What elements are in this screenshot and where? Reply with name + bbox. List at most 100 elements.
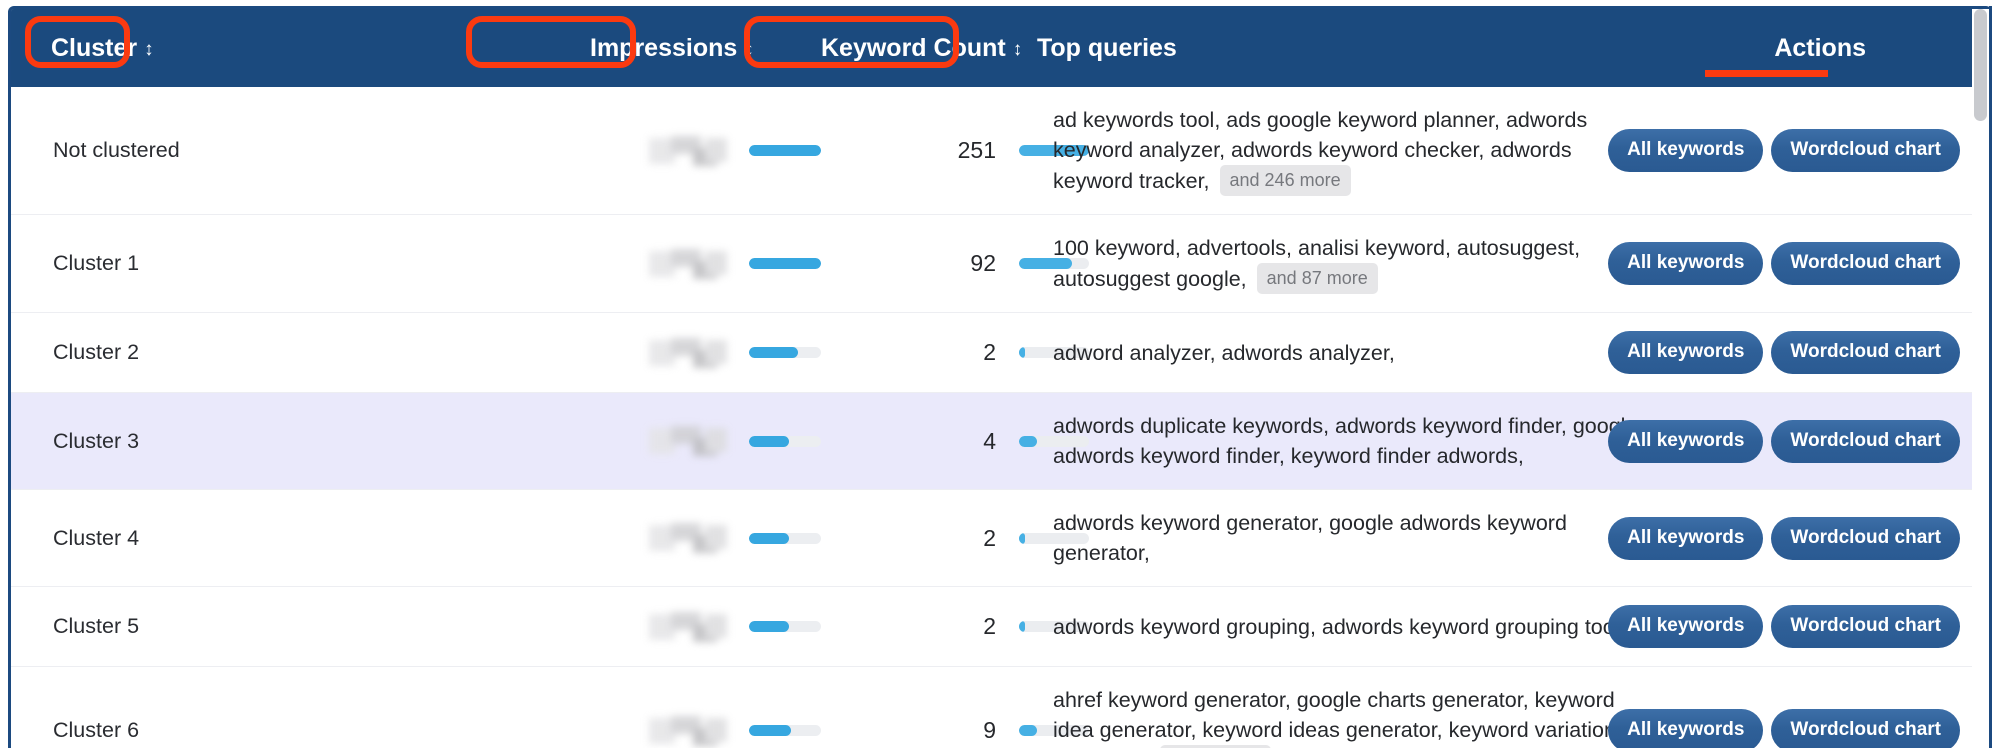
- impressions-bar-track: [749, 532, 821, 544]
- clusters-table-container: Cluster ↕ Impressions ↕ Keyword Count ↕: [8, 6, 1992, 748]
- all-keywords-button[interactable]: All keywords: [1608, 129, 1764, 172]
- table-row[interactable]: Cluster 2 2 adword analyzer, adwords analy…: [11, 312, 1989, 393]
- more-queries-badge[interactable]: and 87 more: [1256, 263, 1378, 294]
- cell-keyword-count: 2: [983, 613, 996, 639]
- cell-keyword-count-bar: [996, 313, 1089, 393]
- column-header-top-queries-label: Top queries: [1037, 33, 1177, 62]
- cell-keyword-count-bar: [996, 667, 1089, 748]
- cell-keyword-count: 251: [957, 137, 996, 163]
- impressions-bar-fill: [749, 532, 790, 544]
- cell-impressions: [466, 490, 821, 587]
- impressions-bar-track: [749, 347, 821, 358]
- column-header-keyword-count-label: Keyword Count: [821, 33, 1006, 62]
- column-header-actions-label: Actions: [1774, 33, 1866, 62]
- actions-button-group: All keywords Wordcloud chart: [1608, 242, 1960, 285]
- cell-keyword-count: 2: [983, 339, 996, 365]
- sort-caret-icon[interactable]: ↕: [144, 39, 153, 61]
- sort-caret-icon[interactable]: ↕: [1013, 39, 1022, 61]
- all-keywords-button[interactable]: All keywords: [1608, 331, 1764, 374]
- cell-actions: All keywords Wordcloud chart: [1608, 393, 1989, 490]
- impressions-bar-fill: [749, 435, 790, 447]
- screenshot-root: Cluster ↕ Impressions ↕ Keyword Count ↕: [0, 0, 2000, 748]
- all-keywords-button[interactable]: All keywords: [1608, 605, 1764, 648]
- cell-top-queries: adword analyzer, adwords analyzer,: [1031, 313, 1671, 393]
- impressions-bar-track: [749, 621, 821, 632]
- cell-keyword-count-bar: [996, 393, 1089, 490]
- all-keywords-button[interactable]: All keywords: [1608, 709, 1764, 748]
- vertical-scrollbar-thumb[interactable]: [1974, 9, 1987, 121]
- cell-impressions: [466, 393, 821, 490]
- cell-actions: All keywords Wordcloud chart: [1608, 215, 1989, 313]
- cell-cluster-name: Cluster 2: [53, 340, 140, 364]
- cell-impressions: [466, 587, 821, 667]
- cell-top-queries: adwords duplicate keywords, adwords keyw…: [1031, 393, 1671, 490]
- all-keywords-button[interactable]: All keywords: [1608, 516, 1764, 560]
- keyword-count-bar-fill: [1019, 347, 1026, 358]
- wordcloud-chart-button[interactable]: Wordcloud chart: [1771, 605, 1960, 648]
- cell-impressions: [466, 87, 821, 215]
- wordcloud-chart-button[interactable]: Wordcloud chart: [1771, 331, 1960, 374]
- column-header-impressions[interactable]: Impressions ↕: [466, 9, 821, 87]
- table-header-row: Cluster ↕ Impressions ↕ Keyword Count ↕: [11, 9, 1989, 87]
- column-header-impressions-label: Impressions: [590, 33, 738, 62]
- cell-cluster-name: Not clustered: [53, 138, 180, 162]
- cell-keyword-count-bar: [996, 87, 1089, 215]
- cell-keyword-count-bar: [996, 587, 1089, 667]
- annotation-underline-actions: [1705, 70, 1828, 77]
- actions-button-group: All keywords Wordcloud chart: [1608, 605, 1960, 648]
- top-queries-text: adwords keyword generator, google adword…: [1053, 511, 1567, 565]
- table-body: Not clustered 251 ad keywords tool, ads go…: [11, 87, 1989, 748]
- keyword-count-bar-fill: [1019, 532, 1026, 544]
- cell-cluster-name: Cluster 3: [53, 428, 140, 453]
- top-queries-text: ahref keyword generator, google charts g…: [1053, 688, 1616, 742]
- impressions-bar-fill: [749, 347, 798, 358]
- table-header: Cluster ↕ Impressions ↕ Keyword Count ↕: [11, 9, 1989, 87]
- impressions-value-redacted: [649, 523, 727, 553]
- top-queries-text: adwords duplicate keywords, adwords keyw…: [1053, 414, 1638, 468]
- impressions-bar-track: [749, 145, 821, 156]
- top-queries-text: adword analyzer, adwords analyzer,: [1053, 340, 1395, 365]
- cell-keyword-count: 4: [983, 427, 996, 454]
- impressions-bar-fill: [749, 725, 791, 736]
- wordcloud-chart-button[interactable]: Wordcloud chart: [1771, 516, 1960, 560]
- table-right-border: [1989, 6, 1992, 748]
- table-row[interactable]: Cluster 1 92 100 keyword, advertools, anal…: [11, 214, 1989, 313]
- table-row[interactable]: Cluster 6 9 ahref keyword generator, googl…: [11, 666, 1989, 748]
- actions-button-group: All keywords Wordcloud chart: [1608, 709, 1960, 748]
- impressions-bar-fill: [749, 145, 821, 156]
- cell-top-queries: 100 keyword, advertools, analisi keyword…: [1031, 215, 1671, 313]
- impressions-value-redacted: [649, 426, 727, 456]
- wordcloud-chart-button[interactable]: Wordcloud chart: [1771, 419, 1960, 463]
- table-row[interactable]: Cluster 3 4 adwords duplicate keywords, ad…: [11, 392, 1989, 490]
- table-row[interactable]: Cluster 5 2 adwords keyword grouping, adwo…: [11, 586, 1989, 667]
- cell-keyword-count-bar: [996, 490, 1089, 587]
- cell-actions: All keywords Wordcloud chart: [1608, 667, 1989, 748]
- all-keywords-button[interactable]: All keywords: [1608, 242, 1764, 285]
- actions-button-group: All keywords Wordcloud chart: [1608, 419, 1960, 463]
- cell-top-queries: adwords keyword grouping, adwords keywor…: [1031, 587, 1671, 667]
- wordcloud-chart-button[interactable]: Wordcloud chart: [1771, 129, 1960, 172]
- impressions-value-redacted: [649, 611, 727, 642]
- wordcloud-chart-button[interactable]: Wordcloud chart: [1771, 709, 1960, 748]
- impressions-value-redacted: [649, 337, 727, 368]
- all-keywords-button[interactable]: All keywords: [1608, 419, 1764, 463]
- cell-cluster-name: Cluster 4: [53, 525, 140, 550]
- wordcloud-chart-button[interactable]: Wordcloud chart: [1771, 242, 1960, 285]
- column-header-cluster[interactable]: Cluster ↕: [11, 9, 466, 87]
- table-row[interactable]: Not clustered 251 ad keywords tool, ads go…: [11, 87, 1989, 215]
- impressions-bar-track: [749, 435, 821, 447]
- impressions-bar-fill: [749, 621, 790, 632]
- cell-top-queries: ad keywords tool, ads google keyword pla…: [1031, 87, 1671, 215]
- table-row[interactable]: Cluster 4 2 adwords keyword generator, goo…: [11, 489, 1989, 587]
- impressions-value-redacted: [649, 135, 727, 166]
- cell-cluster-name: Cluster 1: [53, 251, 140, 275]
- cell-top-queries: ahref keyword generator, google charts g…: [1031, 667, 1671, 748]
- more-queries-badge[interactable]: and 246 more: [1219, 165, 1351, 196]
- cell-keyword-count: 92: [970, 250, 996, 276]
- impressions-bar-track: [749, 258, 821, 269]
- column-header-keyword-count[interactable]: Keyword Count ↕: [821, 9, 1031, 87]
- sort-caret-icon[interactable]: ↕: [744, 39, 753, 61]
- cell-cluster-name: Cluster 5: [53, 614, 140, 638]
- impressions-value-redacted: [649, 715, 727, 746]
- cell-top-queries: adwords keyword generator, google adword…: [1031, 490, 1671, 587]
